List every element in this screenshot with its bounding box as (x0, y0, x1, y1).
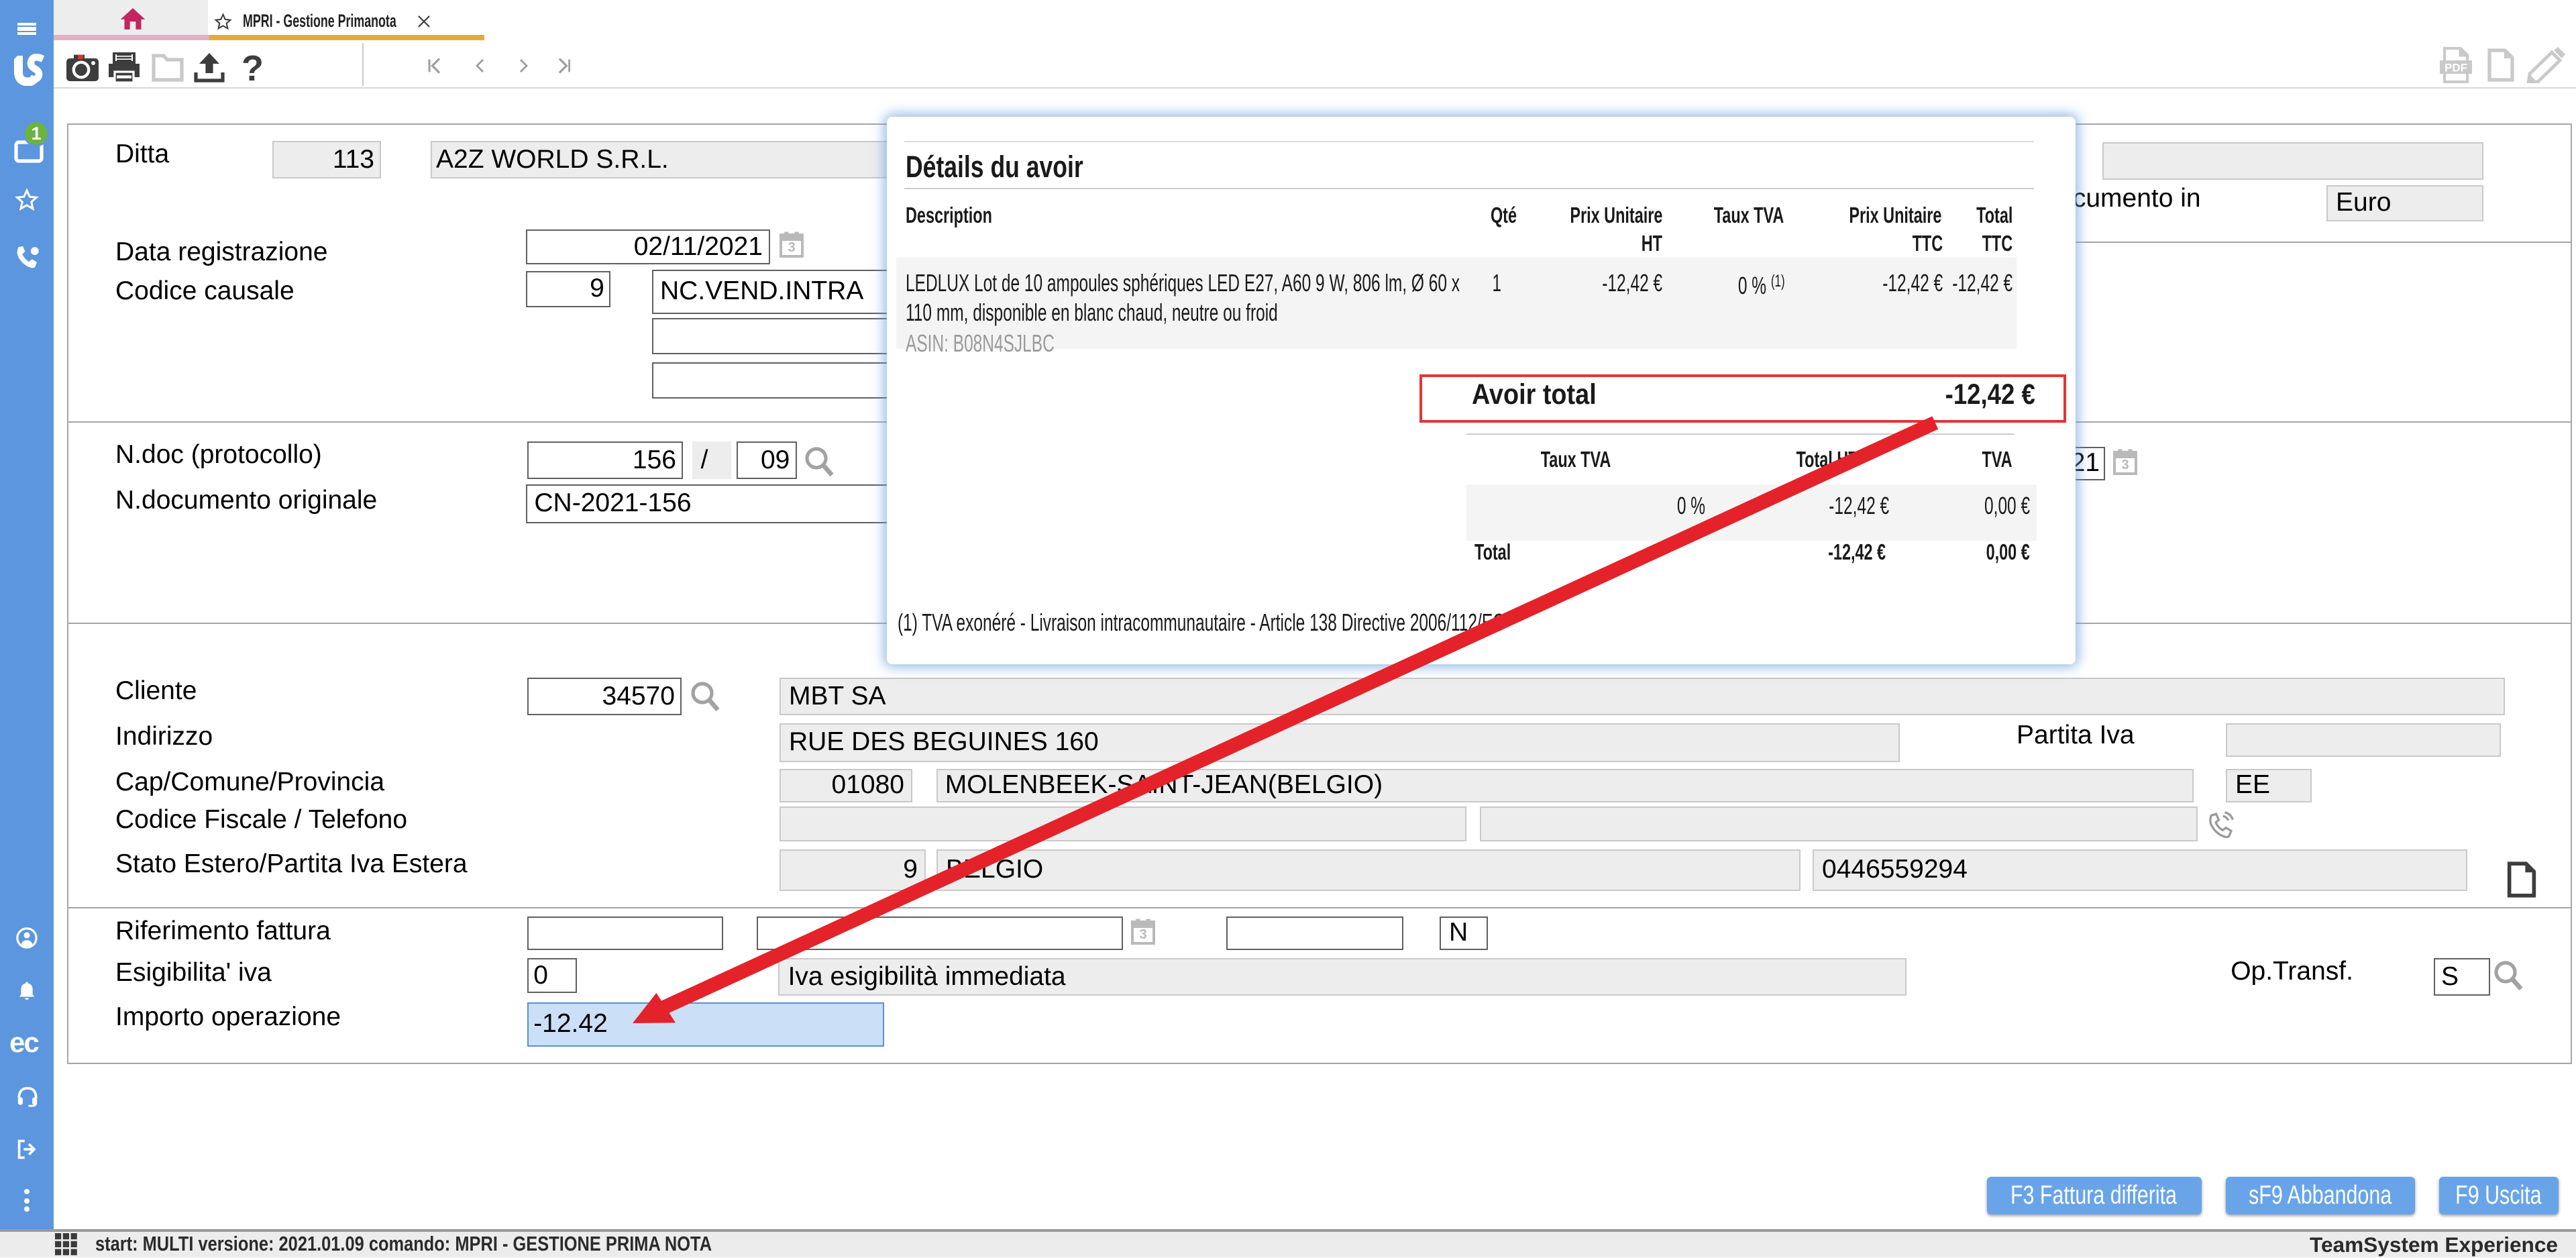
svg-text:3: 3 (1139, 927, 1146, 942)
svg-text:PDF: PDF (2445, 62, 2467, 74)
svg-text:3: 3 (2121, 458, 2129, 472)
svg-text:1: 1 (31, 123, 41, 144)
svg-text:3: 3 (788, 240, 795, 255)
